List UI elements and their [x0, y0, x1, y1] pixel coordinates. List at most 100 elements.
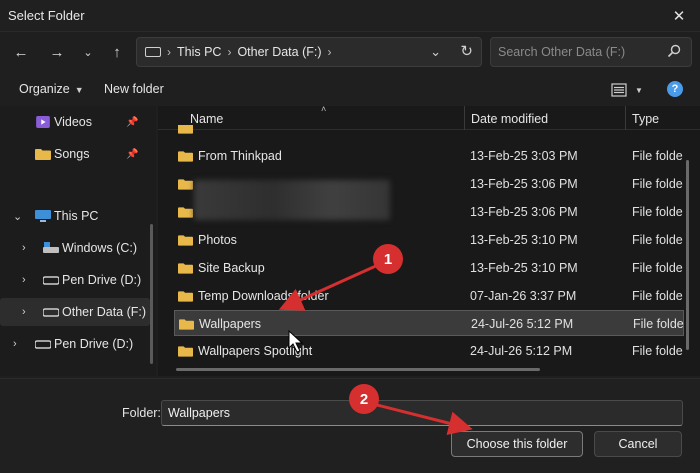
sidebar-item-label: This PC — [54, 209, 99, 223]
organize-label: Organize — [19, 82, 70, 96]
drive-icon — [43, 308, 59, 317]
new-folder-button[interactable]: New folder — [104, 82, 164, 96]
row-name: Temp Downloads folder — [198, 289, 329, 303]
up-arrow-icon[interactable]: ↑ — [104, 40, 130, 64]
sidebar-item-windows-c[interactable]: › Windows (C:) — [0, 234, 150, 262]
breadcrumb-separator-icon: › — [167, 45, 171, 59]
breadcrumb-separator-icon[interactable]: › — [328, 45, 332, 59]
breadcrumb-separator-icon: › — [227, 45, 232, 59]
blurred-names-redaction — [194, 180, 390, 220]
row-type: File folde — [632, 177, 683, 191]
column-header-type[interactable]: Type — [632, 112, 659, 126]
table-row[interactable]: Photos 13-Feb-25 3:10 PM File folde — [174, 227, 684, 253]
sort-ascending-icon: ˄ — [321, 106, 327, 114]
row-name: Photos — [198, 233, 237, 247]
sidebar-item-label: Other Data (F:) — [62, 305, 147, 319]
caret-down-icon: ▼ — [74, 85, 84, 95]
drive-icon — [145, 47, 161, 57]
table-row[interactable]: Site Backup 13-Feb-25 3:10 PM File folde — [174, 255, 684, 281]
sidebar-item-label: Pen Drive (D:) — [62, 273, 142, 287]
caret-down-icon: ▼ — [635, 85, 643, 95]
row-name: From Thinkpad — [198, 149, 282, 163]
row-date: 13-Feb-25 3:03 PM — [470, 149, 578, 163]
recent-locations-chevron-icon[interactable]: ⌄ — [75, 40, 101, 64]
organize-button[interactable]: Organize ▼ — [19, 82, 84, 96]
videos-folder-icon — [36, 116, 50, 128]
folder-icon — [178, 346, 193, 357]
sidebar-item-other-data-f[interactable]: › Other Data (F:) — [0, 298, 150, 326]
row-date: 24-Jul-26 5:12 PM — [471, 317, 574, 331]
row-date: 13-Feb-25 3:10 PM — [470, 261, 578, 275]
sidebar-item-label: Songs — [54, 147, 90, 161]
address-bar[interactable]: › This PC › Other Data (F:) › ⌄ ↻ — [136, 37, 482, 67]
folder-field[interactable] — [161, 400, 683, 426]
table-row-selected[interactable]: Wallpapers 24-Jul-26 5:12 PM File folde — [174, 310, 684, 336]
view-options-button[interactable]: ▼ — [611, 82, 643, 98]
row-name: Wallpapers — [199, 317, 262, 331]
folder-icon — [35, 149, 51, 160]
folder-icon — [178, 235, 193, 246]
table-row[interactable]: Temp Downloads folder 07-Jan-26 3:37 PM … — [174, 283, 684, 309]
window-title: Select Folder — [8, 8, 85, 23]
table-row[interactable]: Wallpapers Spotlight 24-Jul-26 5:12 PM F… — [174, 338, 684, 364]
sidebar-item-label: Pen Drive (D:) — [54, 337, 134, 351]
folder-icon — [178, 263, 193, 274]
chevron-right-icon[interactable]: › — [22, 274, 26, 286]
folder-icon — [178, 125, 193, 134]
sidebar-item-pen-drive-d[interactable]: › Pen Drive (D:) — [0, 266, 150, 294]
close-icon[interactable]: ✕ — [666, 4, 692, 28]
row-date: 13-Feb-25 3:06 PM — [470, 205, 578, 219]
cancel-button[interactable]: Cancel — [594, 431, 682, 457]
row-name: Site Backup — [198, 261, 265, 275]
sidebar-item-label: Windows (C:) — [62, 241, 138, 255]
sidebar-item-songs[interactable]: Songs 📌 — [0, 140, 150, 168]
title-bar: Select Folder ✕ — [0, 0, 700, 32]
column-header-name[interactable]: Name — [190, 112, 223, 126]
search-input[interactable] — [491, 38, 661, 66]
table-row-partial[interactable] — [174, 125, 684, 135]
folder-icon — [179, 319, 194, 330]
row-name: Wallpapers Spotlight — [198, 344, 313, 358]
folder-icon — [178, 207, 193, 218]
folder-field-label: Folder: — [122, 406, 161, 420]
drive-icon — [43, 242, 59, 253]
chevron-right-icon[interactable]: › — [22, 306, 26, 318]
refresh-icon[interactable]: ↻ — [460, 42, 473, 60]
row-type: File folde — [632, 261, 683, 275]
folder-icon — [178, 179, 193, 190]
row-date: 13-Feb-25 3:06 PM — [470, 177, 578, 191]
sidebar-item-videos[interactable]: Videos 📌 — [0, 108, 150, 136]
column-header-date[interactable]: Date modified — [471, 112, 548, 126]
search-box[interactable] — [490, 37, 692, 67]
folder-icon — [178, 151, 193, 162]
sidebar-scrollbar[interactable] — [150, 224, 153, 364]
chevron-down-icon[interactable]: ⌄ — [13, 210, 22, 223]
chevron-right-icon[interactable]: › — [22, 242, 26, 254]
command-bar: Organize ▼ New folder ▼ ? — [0, 72, 700, 106]
choose-this-folder-button[interactable]: Choose this folder — [451, 431, 583, 457]
drive-icon — [43, 276, 59, 285]
computer-icon — [35, 210, 51, 222]
file-list: ˄ Name Date modified Type From Thinkpad … — [158, 106, 700, 376]
chevron-right-icon[interactable]: › — [13, 338, 17, 350]
forward-arrow-icon[interactable]: → — [44, 40, 70, 64]
search-icon[interactable] — [667, 44, 681, 58]
pin-icon[interactable]: 📌 — [126, 149, 138, 160]
sidebar-item-pen-drive-d-removable[interactable]: › Pen Drive (D:) — [0, 330, 150, 358]
sidebar-item-label: Videos — [54, 115, 92, 129]
row-type: File folde — [632, 344, 683, 358]
sidebar-item-this-pc[interactable]: ⌄ This PC — [0, 202, 150, 230]
horizontal-scrollbar[interactable] — [176, 368, 540, 371]
breadcrumb-other-data[interactable]: Other Data (F:) — [237, 45, 321, 59]
navigation-bar: ← → ⌄ ↑ › This PC › Other Data (F:) › ⌄ … — [0, 32, 700, 72]
row-type: File folde — [632, 289, 683, 303]
vertical-scrollbar[interactable] — [686, 160, 689, 350]
drive-icon — [35, 340, 51, 349]
breadcrumb-this-pc[interactable]: This PC — [177, 45, 221, 59]
folder-icon — [178, 291, 193, 302]
help-icon[interactable]: ? — [667, 81, 683, 97]
back-arrow-icon[interactable]: ← — [8, 40, 34, 64]
table-row[interactable]: From Thinkpad 13-Feb-25 3:03 PM File fol… — [174, 143, 684, 169]
pin-icon[interactable]: 📌 — [126, 117, 138, 128]
address-history-chevron-icon[interactable]: ⌄ — [430, 44, 441, 60]
